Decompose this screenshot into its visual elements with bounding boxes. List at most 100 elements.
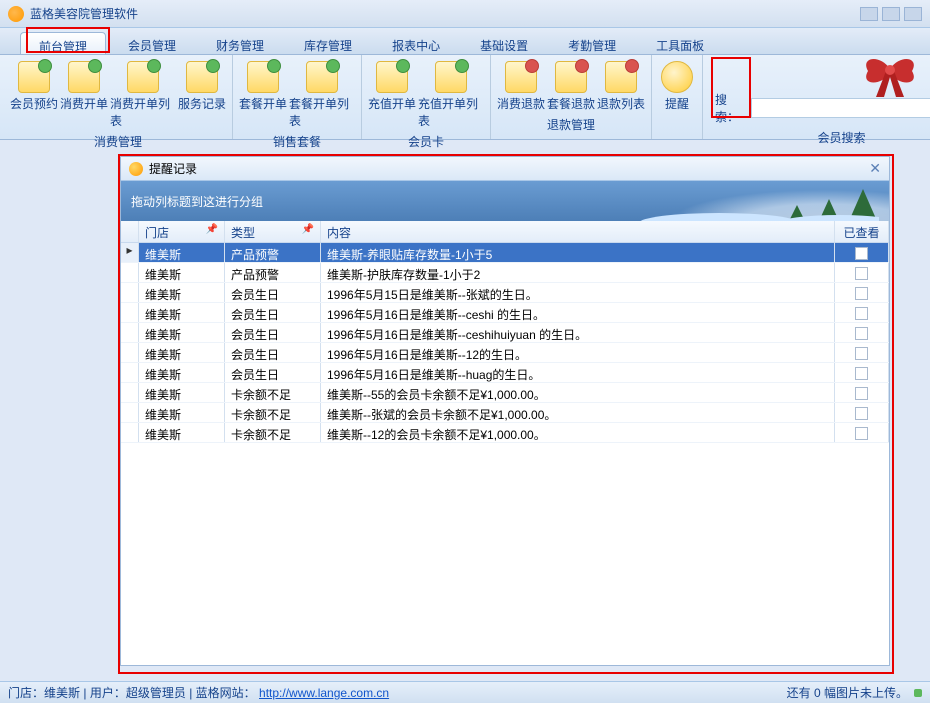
checkbox-icon[interactable]	[855, 267, 868, 280]
ribbon: 会员预约消费开单消费开单列表服务记录消费管理套餐开单套餐开单列表销售套餐充值开单…	[0, 55, 930, 140]
cell-viewed[interactable]	[835, 403, 889, 422]
tab-7[interactable]: 工具面板	[638, 32, 722, 54]
checkbox-icon[interactable]	[855, 427, 868, 440]
status-store: 维美斯	[44, 684, 80, 701]
cell-content: 维美斯--12的会员卡余额不足¥1,000.00。	[321, 423, 835, 442]
ribbon-item-2-0[interactable]: 充值开单	[368, 59, 416, 129]
ribbon-item-0-3[interactable]: 服务记录	[178, 59, 226, 129]
tab-3[interactable]: 库存管理	[286, 32, 370, 54]
cell-viewed[interactable]	[835, 383, 889, 402]
cell-store: 维美斯	[139, 263, 225, 282]
reminder-button[interactable]: 提醒	[658, 59, 696, 112]
main-area: 提醒记录 ✕ 拖动列标题到这进行分组 门店📌 类型📌 内容 已查看 ▸ 维美斯 …	[0, 140, 930, 680]
bow-decoration-icon	[850, 49, 930, 105]
checkbox-icon[interactable]	[855, 307, 868, 320]
status-bar: 门店： 维美斯 | 用户： 超级管理员 | 蓝格网站： http://www.l…	[0, 681, 930, 703]
cell-content: 1996年5月15日是维美斯--张斌的生日。	[321, 283, 835, 302]
cell-content: 1996年5月16日是维美斯--huag的生日。	[321, 363, 835, 382]
reminder-window-close-button[interactable]: ✕	[869, 160, 881, 177]
table-row[interactable]: 维美斯 会员生日 1996年5月16日是维美斯--ceshihuiyuan 的生…	[121, 323, 889, 343]
cell-store: 维美斯	[139, 363, 225, 382]
checkbox-icon[interactable]	[855, 287, 868, 300]
checkbox-icon[interactable]	[855, 407, 868, 420]
checkbox-icon[interactable]	[855, 327, 868, 340]
cell-viewed[interactable]	[835, 263, 889, 282]
cell-viewed[interactable]	[835, 423, 889, 442]
tab-2[interactable]: 财务管理	[198, 32, 282, 54]
checkbox-icon[interactable]	[855, 387, 868, 400]
ribbon-item-1-1[interactable]: 套餐开单列表	[289, 59, 355, 129]
row-marker	[121, 403, 139, 422]
cell-viewed[interactable]	[835, 243, 889, 262]
checkbox-icon[interactable]	[855, 247, 868, 260]
ribbon-item-0-0[interactable]: 会员预约	[10, 59, 58, 129]
clock-icon	[661, 61, 693, 93]
close-button[interactable]	[904, 7, 922, 21]
cell-type: 会员生日	[225, 343, 321, 362]
status-user: 超级管理员	[126, 684, 186, 701]
cell-type: 会员生日	[225, 323, 321, 342]
maximize-button[interactable]	[882, 7, 900, 21]
ribbon-item-0-2[interactable]: 消费开单列表	[110, 59, 176, 129]
table-row[interactable]: 维美斯 会员生日 1996年5月15日是维美斯--张斌的生日。	[121, 283, 889, 303]
ribbon-item-0-1[interactable]: 消费开单	[60, 59, 108, 129]
checkbox-icon[interactable]	[855, 347, 868, 360]
cell-viewed[interactable]	[835, 323, 889, 342]
checkbox-icon[interactable]	[855, 367, 868, 380]
status-store-label: 门店：	[8, 684, 44, 701]
app-icon	[8, 6, 24, 22]
cell-viewed[interactable]	[835, 363, 889, 382]
table-row[interactable]: ▸ 维美斯 产品预警 维美斯-养眼贴库存数量-1小于5	[121, 243, 889, 263]
tab-1[interactable]: 会员管理	[110, 32, 194, 54]
column-header-store[interactable]: 门店📌	[139, 221, 225, 242]
table-row[interactable]: 维美斯 卡余额不足 维美斯--55的会员卡余额不足¥1,000.00。	[121, 383, 889, 403]
cell-type: 会员生日	[225, 363, 321, 382]
status-sep: |	[80, 686, 90, 700]
pin-icon: 📌	[206, 224, 218, 235]
row-marker	[121, 383, 139, 402]
cell-viewed[interactable]	[835, 283, 889, 302]
tab-0[interactable]: 前台管理	[20, 32, 106, 54]
table-row[interactable]: 维美斯 会员生日 1996年5月16日是维美斯--12的生日。	[121, 343, 889, 363]
column-header-content[interactable]: 内容	[321, 221, 835, 242]
table-row[interactable]: 维美斯 卡余额不足 维美斯--张斌的会员卡余额不足¥1,000.00。	[121, 403, 889, 423]
tab-6[interactable]: 考勤管理	[550, 32, 634, 54]
group-hint-bar[interactable]: 拖动列标题到这进行分组	[121, 181, 889, 221]
table-row[interactable]: 维美斯 会员生日 1996年5月16日是维美斯--ceshi 的生日。	[121, 303, 889, 323]
ribbon-item-label: 套餐退款	[547, 95, 595, 112]
cell-type: 卡余额不足	[225, 423, 321, 442]
cell-viewed[interactable]	[835, 303, 889, 322]
ribbon-group-2: 充值开单充值开单列表会员卡	[362, 55, 491, 139]
minimize-button[interactable]	[860, 7, 878, 21]
ribbon-item-1-0[interactable]: 套餐开单	[239, 59, 287, 129]
ribbon-item-icon	[127, 61, 159, 93]
app-title: 蓝格美容院管理软件	[30, 5, 856, 22]
ribbon-group-0: 会员预约消费开单消费开单列表服务记录消费管理	[4, 55, 233, 139]
ribbon-item-3-1[interactable]: 套餐退款	[547, 59, 595, 112]
ribbon-group-1: 套餐开单套餐开单列表销售套餐	[233, 55, 362, 139]
ribbon-item-3-0[interactable]: 消费退款	[497, 59, 545, 112]
table-row[interactable]: 维美斯 会员生日 1996年5月16日是维美斯--huag的生日。	[121, 363, 889, 383]
ribbon-item-icon	[247, 61, 279, 93]
column-header-type[interactable]: 类型📌	[225, 221, 321, 242]
column-header-viewed[interactable]: 已查看	[835, 221, 889, 242]
reminder-window-title-bar: 提醒记录 ✕	[121, 157, 889, 181]
cell-store: 维美斯	[139, 383, 225, 402]
tab-4[interactable]: 报表中心	[374, 32, 458, 54]
ribbon-item-3-2[interactable]: 退款列表	[597, 59, 645, 112]
grid-body[interactable]: ▸ 维美斯 产品预警 维美斯-养眼贴库存数量-1小于5 维美斯 产品预警 维美斯…	[121, 243, 889, 663]
ribbon-item-icon	[306, 61, 338, 93]
row-marker	[121, 263, 139, 282]
tab-5[interactable]: 基础设置	[462, 32, 546, 54]
status-site-link[interactable]: http://www.lange.com.cn	[259, 686, 389, 700]
ribbon-item-label: 消费开单列表	[110, 95, 176, 129]
cell-type: 卡余额不足	[225, 403, 321, 422]
ribbon-item-icon	[376, 61, 408, 93]
table-row[interactable]: 维美斯 卡余额不足 维美斯--12的会员卡余额不足¥1,000.00。	[121, 423, 889, 443]
grid-header: 门店📌 类型📌 内容 已查看	[121, 221, 889, 243]
table-row[interactable]: 维美斯 产品预警 维美斯-护肤库存数量-1小于2	[121, 263, 889, 283]
tab-strip: 前台管理会员管理财务管理库存管理报表中心基础设置考勤管理工具面板	[0, 28, 930, 55]
cell-viewed[interactable]	[835, 343, 889, 362]
ribbon-item-2-1[interactable]: 充值开单列表	[418, 59, 484, 129]
ribbon-group-label: 退款管理	[547, 114, 595, 135]
